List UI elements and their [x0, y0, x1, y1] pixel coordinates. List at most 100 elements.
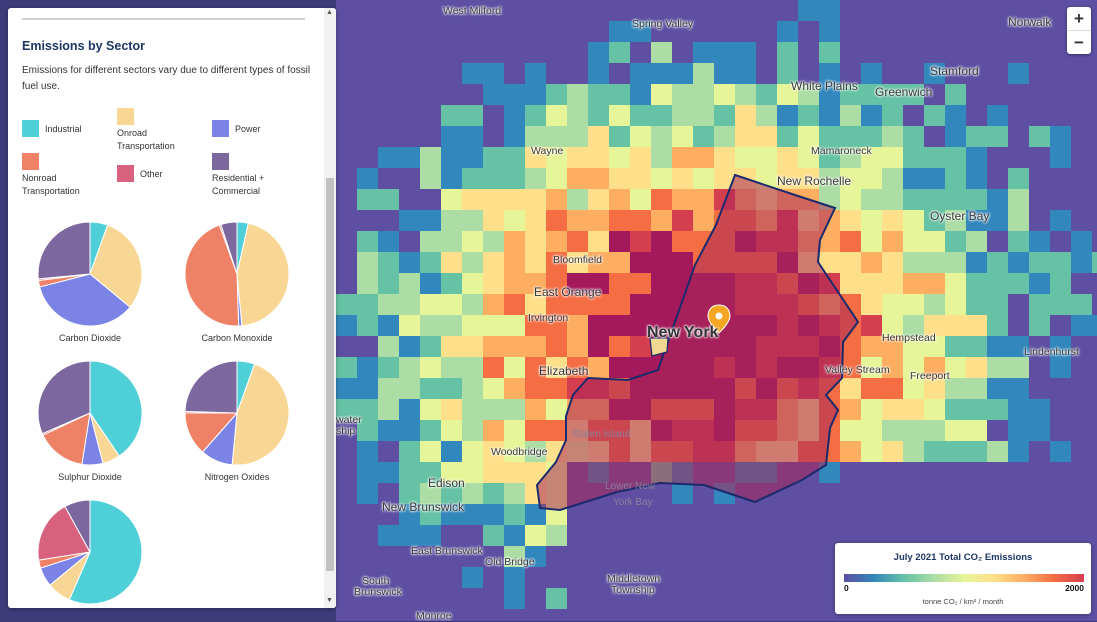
panel-scrollbar[interactable]: ▲ ▼	[324, 8, 336, 608]
heatmap-cell	[672, 546, 693, 567]
heatmap-cell	[336, 0, 357, 21]
heatmap-cell	[840, 252, 861, 273]
heatmap-cell	[798, 42, 819, 63]
heatmap-cell	[378, 420, 399, 441]
heatmap-cell	[672, 504, 693, 525]
heatmap-cell	[546, 588, 567, 609]
heatmap-cell	[630, 105, 651, 126]
heatmap-cell	[1050, 273, 1071, 294]
heatmap-cell	[840, 399, 861, 420]
heatmap-cell	[504, 504, 525, 525]
heatmap-cell	[1071, 315, 1092, 336]
heatmap-cell	[1071, 147, 1092, 168]
heatmap-cell	[945, 420, 966, 441]
heatmap-cell	[1008, 294, 1029, 315]
heatmap-cell	[903, 399, 924, 420]
heatmap-cell	[672, 609, 693, 621]
heatmap-cell	[462, 567, 483, 588]
heatmap-cell	[420, 0, 441, 21]
heatmap-cell	[1071, 378, 1092, 399]
heatmap-cell	[357, 252, 378, 273]
heatmap-cell	[567, 609, 588, 621]
scroll-down-arrow-icon[interactable]: ▼	[326, 597, 333, 604]
heatmap-cell	[378, 378, 399, 399]
heatmap-cell	[756, 63, 777, 84]
heatmap-cell	[1050, 63, 1071, 84]
heatmap-cell	[756, 546, 777, 567]
heatmap-cell	[945, 231, 966, 252]
heatmap-cell	[357, 168, 378, 189]
heatmap-cell	[336, 168, 357, 189]
legend-item-nonroad-transportation: Nonroad Transportation	[22, 153, 117, 198]
heatmap-cell	[588, 567, 609, 588]
heatmap-cell	[945, 399, 966, 420]
heatmap-cell	[987, 483, 1008, 504]
heatmap-cell	[714, 21, 735, 42]
heatmap-cell	[630, 273, 651, 294]
heatmap-cell	[462, 252, 483, 273]
heatmap-cell	[1050, 483, 1071, 504]
heatmap-cell	[441, 126, 462, 147]
heatmap-cell	[861, 126, 882, 147]
heatmap-cell	[357, 609, 378, 621]
heatmap-cell	[504, 567, 525, 588]
heatmap-cell	[1071, 294, 1092, 315]
map-label: Woodbridge	[491, 446, 548, 458]
heatmap-cell	[525, 210, 546, 231]
heatmap-cell	[945, 441, 966, 462]
heatmap-cell	[504, 462, 525, 483]
heatmap-cell	[966, 147, 987, 168]
zoom-in-button[interactable]: +	[1067, 7, 1091, 30]
heatmap-cell	[462, 273, 483, 294]
heatmap-cell	[987, 399, 1008, 420]
heatmap-cell	[924, 168, 945, 189]
heatmap-cell	[588, 315, 609, 336]
heatmap-cell	[987, 42, 1008, 63]
heatmap-cell	[1071, 399, 1092, 420]
heatmap-cell	[924, 399, 945, 420]
legend-label: Onroad Transportation	[117, 128, 175, 151]
heatmap-cell	[1029, 84, 1050, 105]
heatmap-cell	[1092, 126, 1097, 147]
scrollbar-thumb[interactable]	[326, 178, 334, 571]
heatmap-cell	[987, 168, 1008, 189]
heatmap-cell	[735, 84, 756, 105]
heatmap-cell	[651, 42, 672, 63]
heatmap-cell	[336, 378, 357, 399]
scroll-up-arrow-icon[interactable]: ▲	[326, 9, 333, 16]
map-label: Monroe	[416, 610, 452, 622]
heatmap-cell	[756, 504, 777, 525]
heatmap-cell	[546, 63, 567, 84]
emissions-by-sector-panel: Emissions by Sector Emissions for differ…	[8, 8, 336, 608]
heatmap-cell	[819, 0, 840, 21]
pie-chart-sulphur-dioxide	[37, 360, 143, 466]
heatmap-cell	[924, 0, 945, 21]
heatmap-cell	[861, 63, 882, 84]
zoom-out-button[interactable]: −	[1067, 31, 1091, 54]
heatmap-cell	[399, 336, 420, 357]
heatmap-cell	[483, 462, 504, 483]
legend-label: Residential + Commercial	[212, 173, 265, 196]
heatmap-cell	[357, 21, 378, 42]
heatmap-cell	[924, 483, 945, 504]
heatmap-cell	[462, 147, 483, 168]
heatmap-cell	[1071, 420, 1092, 441]
heatmap-cell	[1071, 105, 1092, 126]
heatmap-cell	[798, 609, 819, 621]
heatmap-cell	[399, 126, 420, 147]
heatmap-cell	[945, 483, 966, 504]
heatmap-cell	[1008, 147, 1029, 168]
heatmap-cell	[882, 147, 903, 168]
heatmap-cell	[1008, 441, 1029, 462]
heatmap-cell	[945, 189, 966, 210]
heatmap-cell	[1029, 210, 1050, 231]
heatmap-cell	[441, 105, 462, 126]
heatmap-cell	[966, 252, 987, 273]
heatmap-cell	[567, 588, 588, 609]
heatmap-cell	[525, 525, 546, 546]
heatmap-cell	[483, 63, 504, 84]
heatmap-cell	[1092, 525, 1097, 546]
heatmap-cell	[903, 273, 924, 294]
heatmap-cell	[966, 273, 987, 294]
heatmap-cell	[735, 0, 756, 21]
